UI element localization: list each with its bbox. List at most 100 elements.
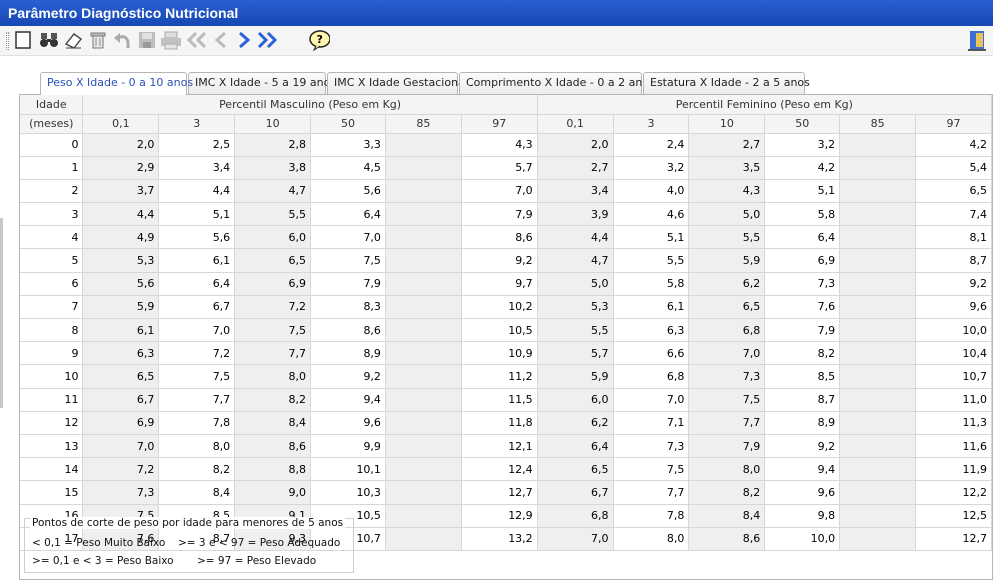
cell-f-p3[interactable]: 6,9: [764, 248, 841, 273]
cell-f-p2[interactable]: 7,3: [688, 364, 766, 389]
cell-f-p1[interactable]: 4,6: [613, 202, 690, 227]
cell-m-p1[interactable]: 3,4: [158, 156, 236, 180]
cell-m-p5[interactable]: 5,7: [461, 156, 538, 180]
cell-m-p2[interactable]: 7,5: [234, 318, 312, 343]
cell-m-p3[interactable]: 7,9: [310, 272, 386, 296]
cell-m-p1[interactable]: 6,1: [158, 248, 236, 273]
cell-m-p2[interactable]: 8,4: [234, 411, 312, 435]
cell-f-p3[interactable]: 8,5: [764, 364, 841, 389]
cell-f-p2[interactable]: 8,2: [688, 480, 766, 505]
table-row[interactable]: 6 5,6 6,4 6,9 7,9 9,7 5,0 5,8 6,2 7,3 9,2: [20, 272, 992, 296]
cell-m-p1[interactable]: 4,4: [158, 179, 236, 204]
cell-m-p0[interactable]: 6,3: [82, 341, 160, 366]
cell-idade[interactable]: 1: [20, 156, 84, 180]
cell-m-p5[interactable]: 12,4: [461, 457, 538, 482]
cell-m-p1[interactable]: 8,0: [158, 434, 236, 459]
cell-f-p1[interactable]: 5,1: [613, 225, 690, 250]
cell-m-p5[interactable]: 7,0: [461, 179, 538, 204]
cell-m-p2[interactable]: 8,8: [234, 457, 312, 482]
cell-f-p4[interactable]: [839, 179, 917, 204]
cell-m-p2[interactable]: 7,7: [234, 341, 312, 366]
cell-f-p4[interactable]: [839, 295, 917, 320]
cell-f-p3[interactable]: 8,7: [764, 388, 841, 412]
cell-f-p0[interactable]: 4,7: [537, 248, 614, 273]
table-row[interactable]: 12 6,9 7,8 8,4 9,6 11,8 6,2 7,1 7,7 8,9 11,3: [20, 411, 992, 435]
print-button[interactable]: [160, 29, 182, 51]
cell-m-p0[interactable]: 4,9: [82, 225, 160, 250]
cell-f-p0[interactable]: 5,9: [537, 364, 614, 389]
table-row[interactable]: 14 7,2 8,2 8,8 10,1 12,4 6,5 7,5 8,0 9,4 11,9: [20, 457, 992, 482]
cell-f-p3[interactable]: 8,9: [764, 411, 841, 435]
cell-m-p5[interactable]: 10,2: [461, 295, 538, 320]
cell-f-p2[interactable]: 6,5: [688, 295, 766, 320]
cell-m-p4[interactable]: [385, 248, 462, 273]
cell-f-p2[interactable]: 8,0: [688, 457, 766, 482]
cell-m-p4[interactable]: [385, 318, 462, 343]
left-edge-splitter[interactable]: [0, 218, 3, 408]
table-row[interactable]: 10 6,5 7,5 8,0 9,2 11,2 5,9 6,8 7,3 8,5 10,7: [20, 364, 992, 389]
cell-m-p2[interactable]: 8,6: [234, 434, 312, 459]
cell-m-p3[interactable]: 7,0: [310, 225, 386, 250]
cell-m-p4[interactable]: [385, 202, 462, 227]
cell-f-p4[interactable]: [839, 341, 917, 366]
cell-f-p0[interactable]: 5,5: [537, 318, 614, 343]
cell-m-p5[interactable]: 12,1: [461, 434, 538, 459]
cell-f-p0[interactable]: 2,7: [537, 156, 614, 180]
cell-f-p3[interactable]: 10,0: [764, 527, 841, 551]
cell-m-p4[interactable]: [385, 133, 462, 157]
cell-f-p5[interactable]: 12,7: [915, 527, 992, 551]
cell-f-p1[interactable]: 7,1: [613, 411, 690, 435]
cell-m-p0[interactable]: 2,9: [82, 156, 160, 180]
cell-f-p0[interactable]: 6,5: [537, 457, 614, 482]
cell-idade[interactable]: 4: [20, 225, 84, 250]
cell-m-p3[interactable]: 9,4: [310, 388, 386, 412]
table-row[interactable]: 7 5,9 6,7 7,2 8,3 10,2 5,3 6,1 6,5 7,6 9,6: [20, 295, 992, 320]
cell-m-p2[interactable]: 9,0: [234, 480, 312, 505]
cell-f-p3[interactable]: 8,2: [764, 341, 841, 366]
cell-f-p5[interactable]: 4,2: [915, 133, 992, 157]
cell-m-p4[interactable]: [385, 388, 462, 412]
cell-f-p1[interactable]: 7,8: [613, 504, 690, 528]
cell-m-p2[interactable]: 4,7: [234, 179, 312, 204]
cell-m-p1[interactable]: 7,5: [158, 364, 236, 389]
cell-idade[interactable]: 3: [20, 202, 84, 227]
cell-m-p2[interactable]: 6,5: [234, 248, 312, 273]
cell-f-p2[interactable]: 7,7: [688, 411, 766, 435]
cell-m-p1[interactable]: 6,7: [158, 295, 236, 320]
tab-estatura-idade[interactable]: Estatura X Idade - 2 a 5 anos: [643, 72, 810, 94]
cell-f-p1[interactable]: 6,6: [613, 341, 690, 366]
cell-f-p4[interactable]: [839, 504, 917, 528]
cell-f-p1[interactable]: 7,3: [613, 434, 690, 459]
cell-f-p5[interactable]: 11,3: [915, 411, 992, 435]
delete-button[interactable]: [87, 29, 109, 51]
table-row[interactable]: 0 2,0 2,5 2,8 3,3 4,3 2,0 2,4 2,7 3,2 4,2: [20, 133, 992, 157]
cell-f-p4[interactable]: [839, 364, 917, 389]
cell-m-p3[interactable]: 3,3: [310, 133, 386, 157]
cell-m-p4[interactable]: [385, 411, 462, 435]
exit-button[interactable]: [966, 29, 988, 51]
cell-m-p4[interactable]: [385, 364, 462, 389]
table-row[interactable]: 2 3,7 4,4 4,7 5,6 7,0 3,4 4,0 4,3 5,1 6,5: [20, 179, 992, 204]
cell-f-p1[interactable]: 4,0: [613, 179, 690, 204]
cell-m-p5[interactable]: 8,6: [461, 225, 538, 250]
cell-m-p1[interactable]: 2,5: [158, 133, 236, 157]
cell-m-p4[interactable]: [385, 295, 462, 320]
cell-f-p4[interactable]: [839, 272, 917, 296]
cell-idade[interactable]: 15: [20, 480, 84, 505]
cell-f-p0[interactable]: 6,2: [537, 411, 614, 435]
cell-m-p3[interactable]: 5,6: [310, 179, 386, 204]
cell-m-p0[interactable]: 5,9: [82, 295, 160, 320]
cell-f-p1[interactable]: 6,3: [613, 318, 690, 343]
cell-m-p1[interactable]: 7,7: [158, 388, 236, 412]
cell-m-p3[interactable]: 9,2: [310, 364, 386, 389]
cell-f-p5[interactable]: 10,0: [915, 318, 992, 343]
cell-m-p4[interactable]: [385, 341, 462, 366]
cell-m-p0[interactable]: 6,1: [82, 318, 160, 343]
cell-m-p4[interactable]: [385, 480, 462, 505]
cell-f-p3[interactable]: 5,1: [764, 179, 841, 204]
tab-imc-idade[interactable]: IMC X Idade - 5 a 19 anos: [188, 72, 336, 94]
cell-f-p4[interactable]: [839, 318, 917, 343]
cell-m-p2[interactable]: 6,9: [234, 272, 312, 296]
cell-m-p0[interactable]: 2,0: [82, 133, 160, 157]
cell-f-p2[interactable]: 5,5: [688, 225, 766, 250]
